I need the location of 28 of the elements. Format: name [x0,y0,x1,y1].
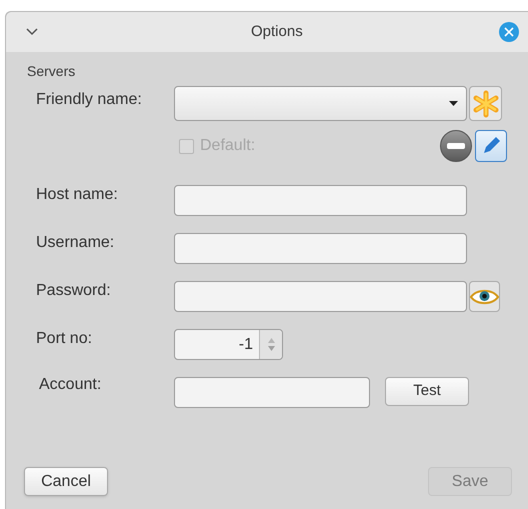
port-spinbox[interactable]: -1 [174,329,283,360]
caret-icon [449,101,458,106]
password-field[interactable] [174,281,467,312]
down-arrow-icon [268,346,274,351]
field-label: Host name: [36,185,119,205]
field-label: Password: [36,281,112,301]
test-button[interactable]: Test [385,377,469,406]
field-label: Port no: [36,329,94,349]
show-password-button[interactable] [469,281,500,312]
text-field[interactable] [174,233,467,264]
close-button[interactable] [499,22,519,42]
minus-icon [447,143,465,149]
chevron-down-icon[interactable] [26,28,38,36]
account-field[interactable] [174,377,370,408]
window-title: Options [251,22,303,42]
up-arrow-icon [268,338,274,343]
close-icon [504,27,514,37]
friendly-name-dropdown[interactable] [174,86,467,121]
field-label: Friendly name: [36,90,143,110]
asterisk-icon [472,90,500,118]
add-server-button[interactable] [469,86,502,121]
cancel-button[interactable]: Cancel [24,467,108,496]
field-label: Account: [38,375,102,395]
field-label: Username: [36,233,116,253]
section-label: Servers [27,62,76,80]
text-field[interactable] [174,185,467,216]
remove-button[interactable] [440,130,472,162]
edit-button[interactable] [475,130,507,162]
